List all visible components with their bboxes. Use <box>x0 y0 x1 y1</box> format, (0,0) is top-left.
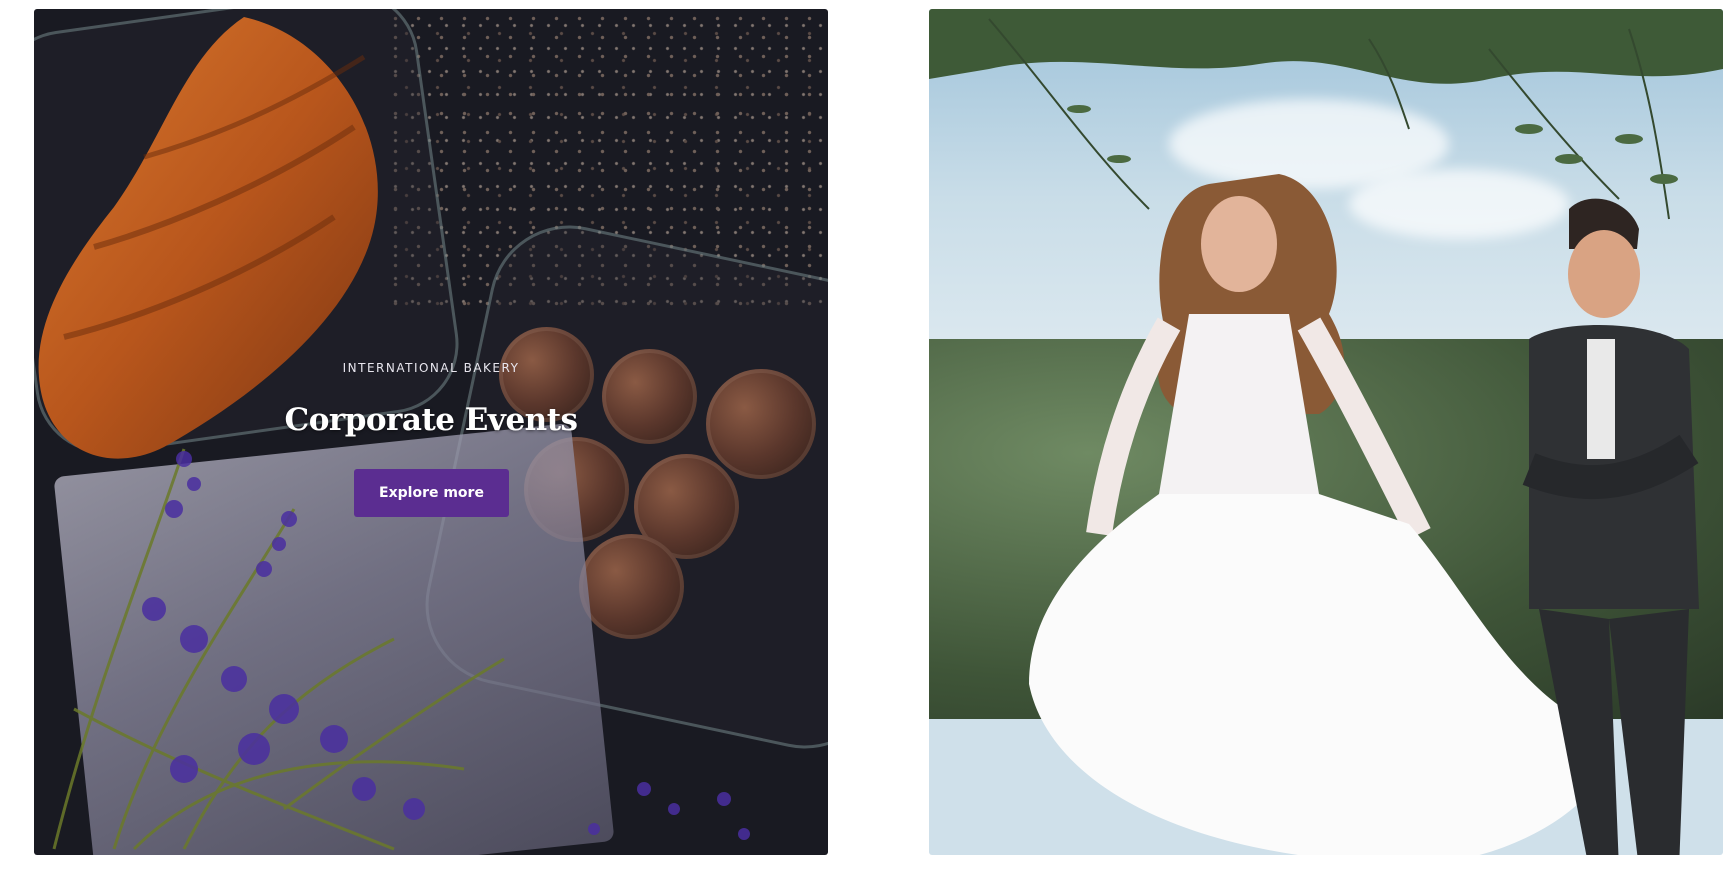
bakery-image-card: INTERNATIONAL BAKERY Corporate Events Ex… <box>34 9 828 855</box>
hero-title: Corporate Events <box>284 402 578 438</box>
wedding-image-card <box>929 9 1723 855</box>
hero-eyebrow: INTERNATIONAL BAKERY <box>342 361 520 375</box>
hero-overlay: INTERNATIONAL BAKERY Corporate Events Ex… <box>34 9 828 855</box>
groom-figure <box>1522 198 1699 855</box>
explore-more-button[interactable]: Explore more <box>354 469 509 517</box>
